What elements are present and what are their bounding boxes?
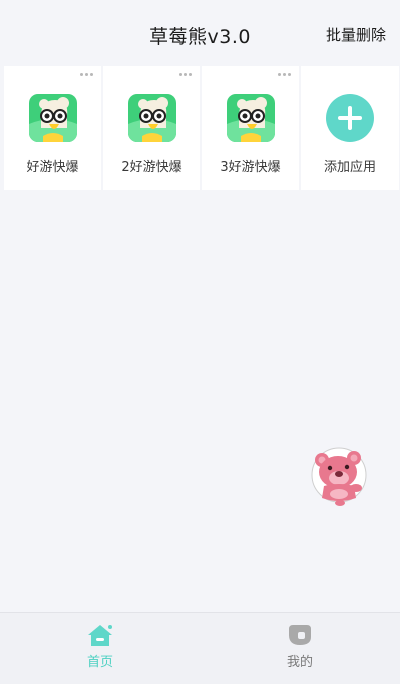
header: 草莓熊v3.0 批量删除	[0, 0, 400, 66]
add-app-label: 添加应用	[323, 160, 376, 175]
more-icon[interactable]	[179, 70, 192, 78]
tab-mine[interactable]: 我的	[200, 613, 400, 684]
duck-app-icon	[28, 94, 77, 142]
duck-app-icon	[226, 94, 275, 142]
more-icon[interactable]	[278, 70, 291, 78]
app-item[interactable]: 2好游快爆	[103, 66, 200, 190]
more-icon[interactable]	[80, 70, 93, 78]
bottom-tab-bar: 首页 我的	[0, 612, 400, 684]
strawberry-bear-avatar-icon[interactable]	[310, 444, 368, 506]
plus-icon	[326, 94, 374, 142]
tab-mine-label: 我的	[286, 655, 313, 670]
app-item[interactable]: 3好游快爆	[202, 66, 299, 190]
profile-icon	[287, 623, 313, 647]
app-label: 3好游快爆	[220, 160, 281, 175]
app-item[interactable]: 好游快爆	[4, 66, 101, 190]
add-app-button[interactable]: 添加应用	[301, 66, 399, 190]
duck-app-icon	[127, 94, 176, 142]
tab-home-label: 首页	[86, 655, 113, 670]
home-icon	[87, 623, 113, 647]
app-label: 好游快爆	[26, 160, 79, 175]
app-grid: 好游快爆 2好游快爆 3好游快爆 添加应用	[4, 66, 399, 190]
tab-home[interactable]: 首页	[0, 613, 200, 684]
app-label: 2好游快爆	[121, 160, 182, 175]
app-screen: 草莓熊v3.0 批量删除 好游快爆 2好游快爆 3好游快爆 添加应用 首页 我的	[0, 0, 400, 684]
batch-delete-button[interactable]: 批量删除	[326, 24, 386, 45]
